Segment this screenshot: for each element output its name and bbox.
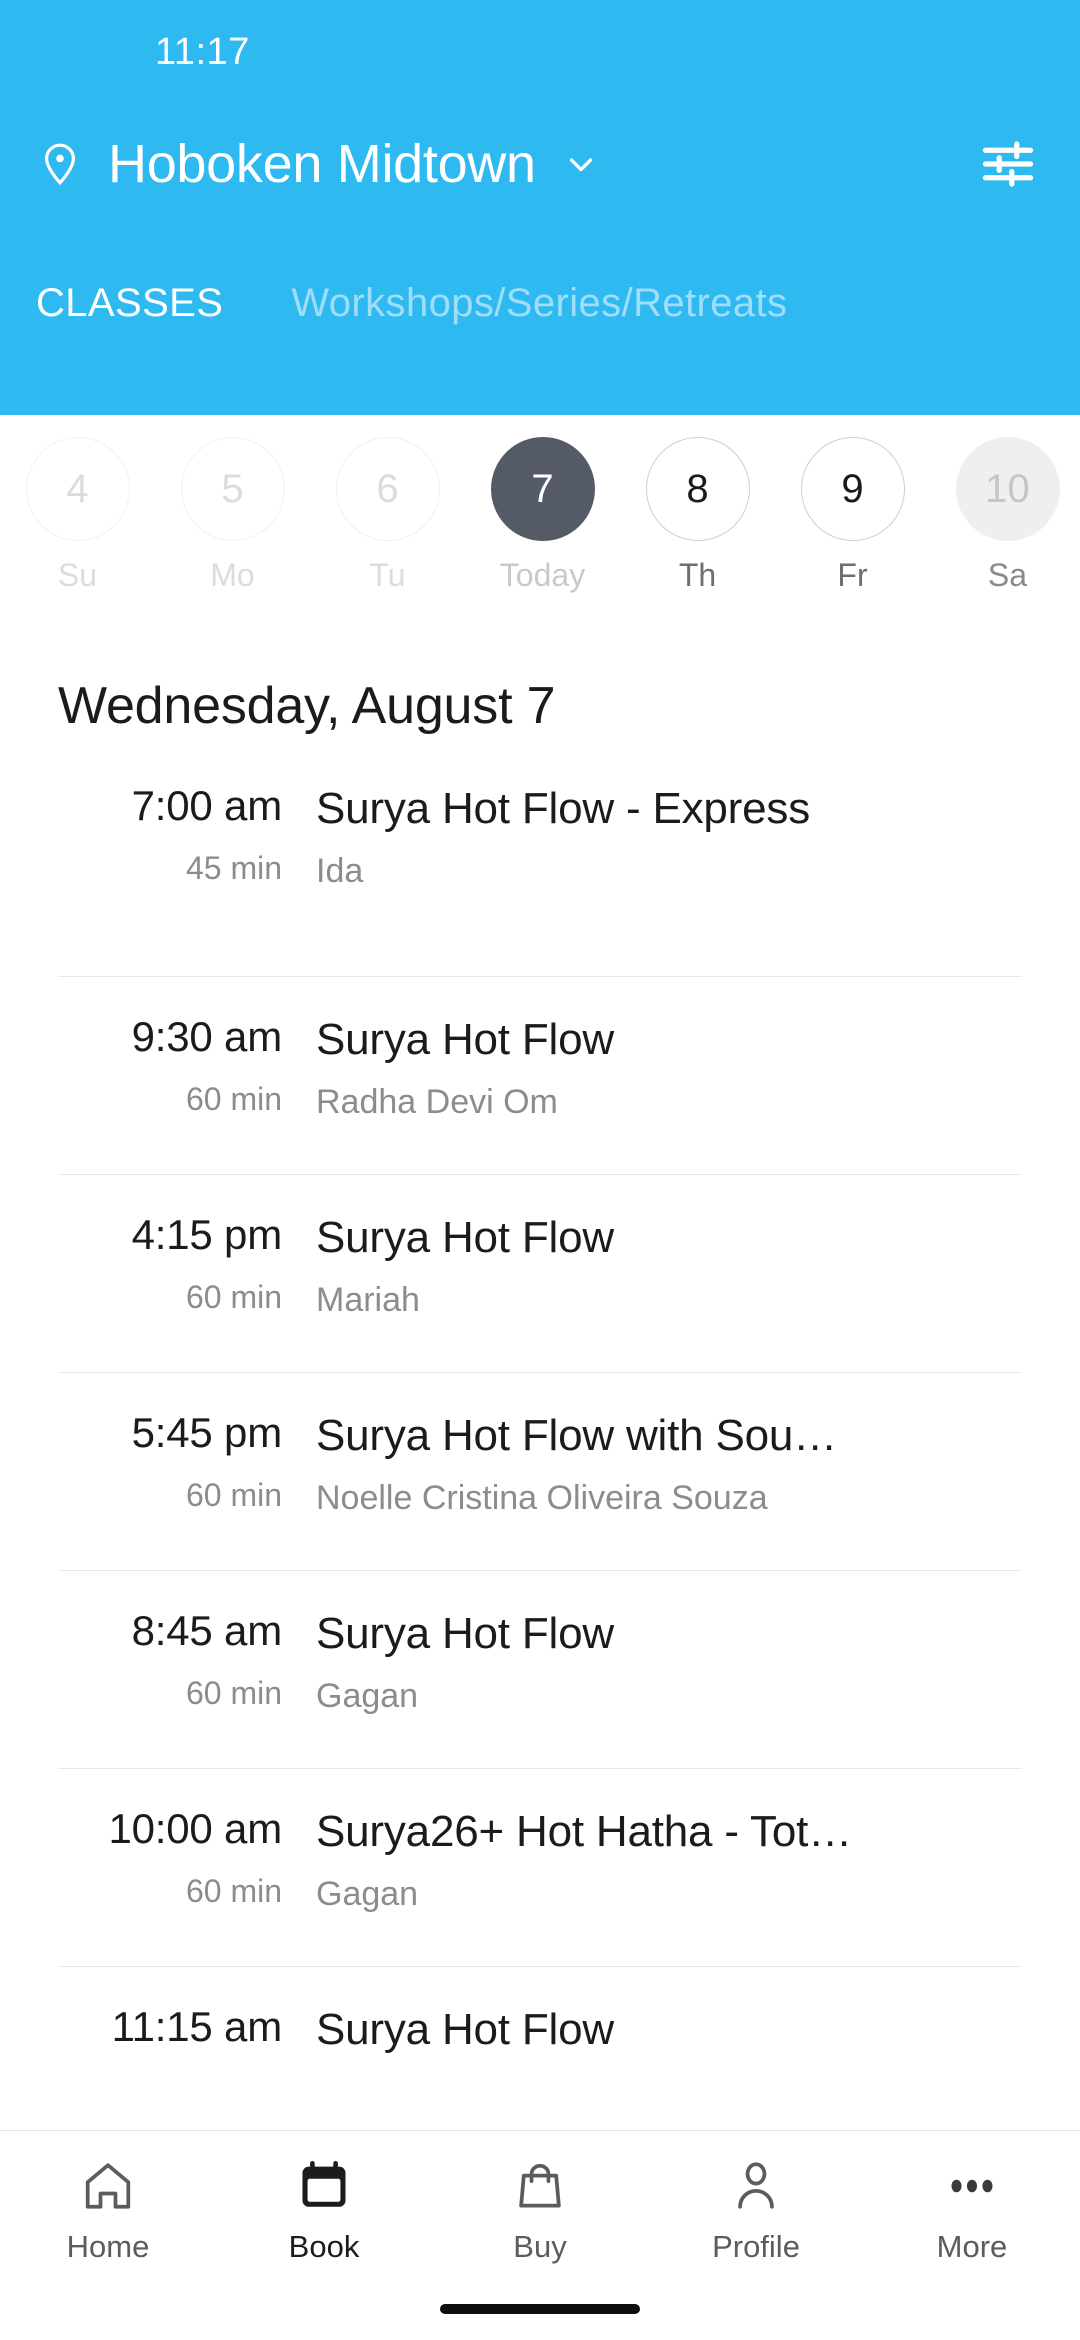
- class-info-column: Surya Hot Flow with Sou… Noelle Cristina…: [316, 1409, 1022, 1518]
- table-row[interactable]: 10:00 am 60 min Surya26+ Hot Hatha - Tot…: [58, 1768, 1022, 1966]
- header-tabs: CLASSES Workshops/Series/Retreats: [0, 224, 1080, 354]
- date-weekday: Su: [57, 557, 98, 593]
- date-weekday: Sa: [987, 557, 1028, 593]
- class-time-column: 11:15 am: [58, 2003, 316, 2071]
- table-row[interactable]: 5:45 pm 60 min Surya Hot Flow with Sou… …: [58, 1372, 1022, 1570]
- class-time-column: 10:00 am 60 min: [58, 1805, 316, 1910]
- class-time-column: 7:00 am 45 min: [58, 782, 316, 887]
- nav-label-home: Home: [66, 2229, 150, 2264]
- class-info-column: Surya Hot Flow Mariah: [316, 1211, 1022, 1320]
- class-title: Surya26+ Hot Hatha - Tot…: [316, 1807, 852, 1856]
- tab-workshops[interactable]: Workshops/Series/Retreats: [291, 281, 787, 326]
- app-root: 11:17 Hoboken Midtown CLASSES Workshops/…: [0, 0, 1080, 2340]
- class-title: Surya Hot Flow: [316, 1015, 614, 1064]
- date-weekday: Th: [678, 557, 717, 593]
- class-time: 11:15 am: [111, 2003, 283, 2050]
- class-title: Surya Hot Flow with Sou…: [316, 1411, 837, 1460]
- chevron-down-icon[interactable]: [562, 145, 600, 183]
- date-selector-strip[interactable]: 4 Su 5 Mo 6 Tu 7 Today 8 Th 9 Fr 10 Sa: [0, 415, 1080, 640]
- class-time: 5:45 pm: [131, 1409, 283, 1456]
- date-number: 4: [25, 437, 130, 541]
- calendar-icon: [295, 2157, 353, 2215]
- date-number: 5: [180, 437, 285, 541]
- class-teacher: Mariah: [316, 1281, 420, 1319]
- class-teacher: Ida: [316, 852, 364, 890]
- class-title: Surya Hot Flow: [316, 1213, 614, 1262]
- class-duration: 60 min: [185, 1675, 282, 1711]
- date-cell-7-today-selected[interactable]: 7 Today: [465, 437, 620, 594]
- nav-item-profile[interactable]: Profile: [648, 2157, 864, 2265]
- class-duration: 60 min: [185, 1081, 282, 1117]
- class-teacher: Noelle Cristina Oliveira Souza: [316, 1479, 768, 1517]
- class-info-column: Surya Hot Flow - Express Ida: [316, 782, 1022, 891]
- class-time-column: 4:15 pm 60 min: [58, 1211, 316, 1316]
- bottom-navigation-bar: Home Book Buy Profile More: [0, 2130, 1080, 2340]
- table-row[interactable]: 9:30 am 60 min Surya Hot Flow Radha Devi…: [58, 976, 1022, 1174]
- person-icon: [727, 2157, 785, 2215]
- class-time-column: 9:30 am 60 min: [58, 1013, 316, 1118]
- class-duration: 60 min: [185, 1873, 282, 1909]
- date-number: 10: [955, 437, 1060, 541]
- date-number: 8: [645, 437, 750, 541]
- nav-label-more: More: [936, 2229, 1008, 2264]
- app-header: 11:17 Hoboken Midtown CLASSES Workshops/…: [0, 0, 1080, 415]
- class-teacher: Gagan: [316, 1677, 419, 1715]
- nav-label-buy: Buy: [513, 2229, 567, 2264]
- shopping-bag-icon: [511, 2157, 569, 2215]
- class-info-column: Surya Hot Flow: [316, 2003, 1022, 2073]
- class-time: 8:45 am: [131, 1607, 283, 1654]
- class-time: 7:00 am: [131, 782, 283, 829]
- location-selector[interactable]: Hoboken Midtown: [0, 104, 1080, 224]
- location-name: Hoboken Midtown: [108, 134, 536, 194]
- date-number: 7: [490, 437, 595, 541]
- date-weekday: Fr: [837, 557, 868, 593]
- table-row[interactable]: 8:45 am 60 min Surya Hot Flow Gagan: [58, 1570, 1022, 1768]
- status-bar-clock: 11:17: [155, 30, 250, 73]
- nav-label-profile: Profile: [712, 2229, 800, 2264]
- class-time: 4:15 pm: [131, 1211, 283, 1258]
- class-schedule-list: 7:00 am 45 min Surya Hot Flow - Express …: [0, 778, 1080, 2164]
- nav-item-home[interactable]: Home: [0, 2157, 216, 2265]
- date-weekday: Mo: [210, 557, 255, 593]
- nav-item-more[interactable]: More: [864, 2157, 1080, 2265]
- tab-classes[interactable]: CLASSES: [36, 281, 223, 326]
- nav-item-buy[interactable]: Buy: [432, 2157, 648, 2265]
- class-time-column: 5:45 pm 60 min: [58, 1409, 316, 1514]
- class-title: Surya Hot Flow: [316, 1609, 614, 1658]
- date-cell-4[interactable]: 4 Su: [0, 437, 155, 594]
- class-duration: 45 min: [185, 850, 282, 886]
- date-number: 9: [800, 437, 905, 541]
- date-number: 6: [335, 437, 440, 541]
- class-title: Surya Hot Flow - Express: [316, 784, 811, 833]
- date-cell-5[interactable]: 5 Mo: [155, 437, 310, 594]
- tune-filter-icon[interactable]: [978, 134, 1038, 194]
- nav-item-book[interactable]: Book: [216, 2157, 432, 2265]
- class-time-column: 8:45 am 60 min: [58, 1607, 316, 1712]
- table-row[interactable]: 7:00 am 45 min Surya Hot Flow - Express …: [58, 778, 1022, 976]
- class-teacher: Gagan: [316, 1875, 419, 1913]
- status-bar: 11:17: [0, 0, 1080, 104]
- class-time: 9:30 am: [131, 1013, 283, 1060]
- date-cell-6[interactable]: 6 Tu: [310, 437, 465, 594]
- date-cell-10[interactable]: 10 Sa: [930, 437, 1080, 594]
- date-cell-9[interactable]: 9 Fr: [775, 437, 930, 594]
- date-weekday: Tu: [369, 557, 406, 593]
- class-title: Surya Hot Flow: [316, 2005, 614, 2054]
- class-duration: 60 min: [185, 1279, 282, 1315]
- class-time: 10:00 am: [108, 1805, 282, 1852]
- class-info-column: Surya26+ Hot Hatha - Tot… Gagan: [316, 1805, 1022, 1914]
- class-teacher: Radha Devi Om: [316, 1083, 558, 1121]
- nav-label-book: Book: [288, 2229, 360, 2264]
- home-indicator: [440, 2304, 640, 2314]
- class-info-column: Surya Hot Flow Gagan: [316, 1607, 1022, 1716]
- date-weekday: Today: [499, 557, 586, 593]
- home-icon: [79, 2157, 137, 2215]
- class-duration: 60 min: [185, 1477, 282, 1513]
- table-row[interactable]: 4:15 pm 60 min Surya Hot Flow Mariah: [58, 1174, 1022, 1372]
- location-pin-icon: [36, 140, 84, 188]
- ellipsis-icon: [943, 2157, 1001, 2215]
- date-cell-8[interactable]: 8 Th: [620, 437, 775, 594]
- class-info-column: Surya Hot Flow Radha Devi Om: [316, 1013, 1022, 1122]
- day-heading: Wednesday, August 7: [58, 677, 556, 735]
